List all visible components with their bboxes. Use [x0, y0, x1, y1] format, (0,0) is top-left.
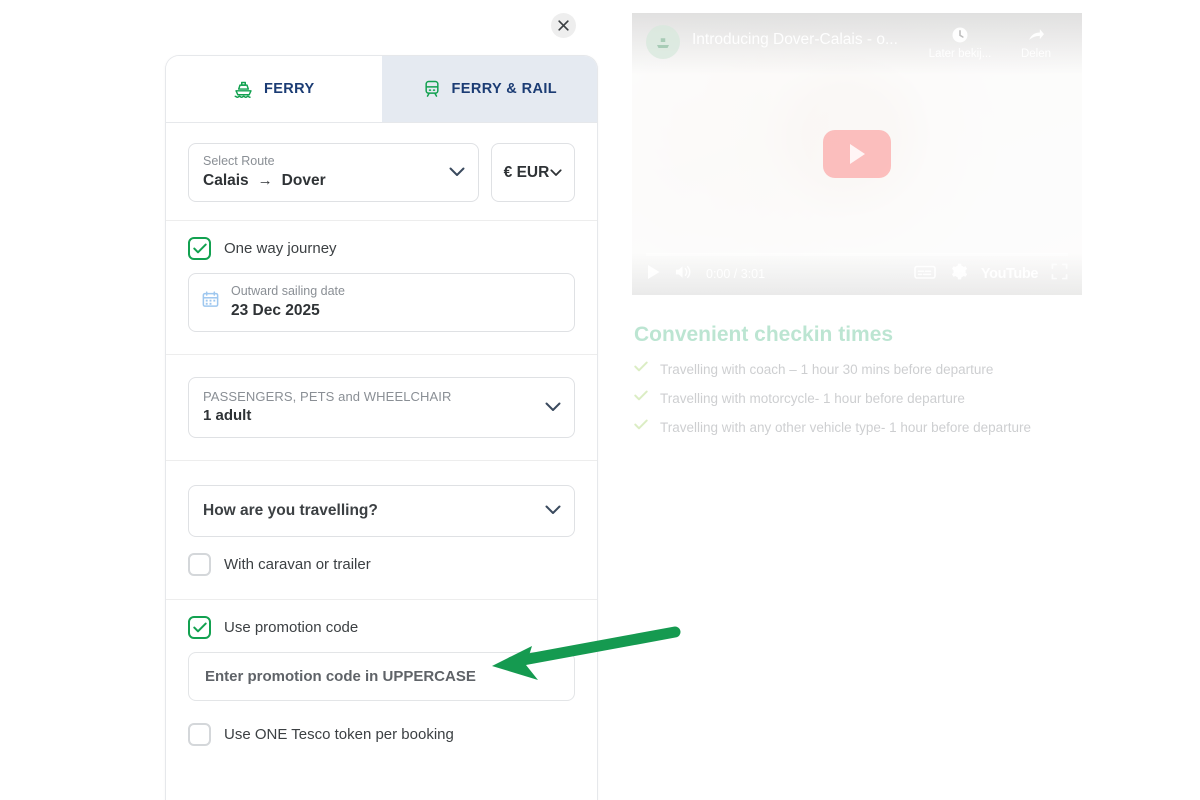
outward-date-value: 23 Dec 2025 [231, 302, 320, 319]
play-button[interactable] [823, 130, 891, 178]
video-controls: 0:00 / 3:01 YouTube [632, 253, 1082, 295]
how-travelling-select[interactable]: How are you travelling? [188, 485, 575, 537]
checkin-item: Travelling with motorcycle- 1 hour befor… [634, 390, 1082, 408]
tesco-token-checkbox[interactable]: Use ONE Tesco token per booking [188, 707, 575, 759]
check-icon [634, 361, 648, 372]
check-icon [192, 622, 207, 633]
play-control-button[interactable] [646, 264, 661, 285]
share-button[interactable]: Delen [1004, 25, 1068, 60]
route-row: Select Route Calais → Dover € EUR [188, 123, 575, 220]
checkbox-box [188, 553, 211, 576]
caravan-checkbox[interactable]: With caravan or trailer [188, 537, 575, 589]
promotion-code-placeholder: Enter promotion code in UPPERCASE [205, 668, 476, 685]
subtitles-button[interactable] [914, 264, 936, 285]
video-top-bar: Introducing Dover-Calais - o... Later be… [632, 13, 1082, 75]
watch-later-button[interactable]: Later bekij... [928, 25, 992, 60]
tab-ferry-rail-label: FERRY & RAIL [451, 81, 557, 97]
tab-ferry-label: FERRY [263, 81, 315, 97]
play-icon [850, 144, 865, 164]
checkin-item-text: Travelling with motorcycle- 1 hour befor… [660, 391, 965, 406]
checkbox-box [188, 237, 211, 260]
use-promotion-code-checkbox[interactable]: Use promotion code [188, 600, 575, 652]
chevron-down-icon [545, 502, 561, 520]
tesco-token-label: Use ONE Tesco token per booking [224, 726, 454, 743]
video-time: 0:00 / 3:01 [706, 267, 766, 281]
chevron-down-icon [449, 164, 465, 182]
select-route-field[interactable]: Select Route Calais → Dover [188, 143, 479, 202]
select-route-label: Select Route [203, 154, 275, 168]
route-destination: Dover [281, 172, 326, 189]
youtube-brand[interactable]: YouTube [981, 266, 1038, 282]
close-icon [558, 20, 569, 31]
tab-ferry[interactable]: FERRY [166, 56, 382, 122]
route-origin: Calais [203, 172, 249, 189]
fullscreen-icon [1051, 263, 1068, 280]
outward-sailing-date-field[interactable]: Outward sailing date 23 Dec 2025 [188, 273, 575, 332]
chevron-down-icon [550, 164, 562, 182]
use-promotion-code-label: Use promotion code [224, 619, 359, 636]
route-arrow-icon: → [257, 172, 273, 189]
chevron-down-icon [545, 399, 561, 417]
checkbox-box [188, 616, 211, 639]
passengers-label: PASSENGERS, PETS and WHEELCHAIR [203, 389, 452, 404]
checkin-item: Travelling with coach – 1 hour 30 mins b… [634, 361, 1082, 379]
journey-section: One way journey Outward sailing date 23 … [166, 221, 597, 332]
currency-selector[interactable]: € EUR [491, 143, 575, 202]
close-button[interactable] [551, 13, 576, 38]
travelling-section: How are you travelling? With caravan or … [166, 485, 597, 599]
checkin-item: Travelling with any other vehicle type- … [634, 419, 1082, 437]
checkin-times-block: Convenient checkin times Travelling with… [632, 323, 1082, 437]
video-title[interactable]: Introducing Dover-Calais - o... [692, 29, 916, 51]
tab-ferry-rail[interactable]: FERRY & RAIL [381, 56, 597, 122]
divider-2 [166, 354, 597, 355]
volume-button[interactable] [674, 264, 693, 285]
train-icon [422, 79, 442, 99]
booking-card: FERRY FERRY & RAIL Select Route Calais →… [165, 55, 598, 800]
booking-tabs: FERRY FERRY & RAIL [166, 56, 597, 122]
route-section: Select Route Calais → Dover € EUR [166, 123, 597, 220]
select-route-value: Calais → Dover [203, 170, 464, 191]
play-icon [648, 264, 660, 279]
promotion-section: Use promotion code Enter promotion code … [166, 600, 597, 759]
checkin-title: Convenient checkin times [634, 323, 894, 346]
check-icon [634, 419, 648, 430]
caravan-label: With caravan or trailer [224, 556, 371, 573]
share-label: Delen [1020, 48, 1052, 60]
how-travelling-label: How are you travelling? [203, 502, 378, 519]
calendar-icon [201, 290, 220, 314]
page-root: FERRY FERRY & RAIL Select Route Calais →… [0, 0, 1200, 800]
subtitles-icon [914, 265, 936, 279]
share-icon [1028, 29, 1044, 40]
gear-icon [951, 263, 968, 280]
checkin-item-text: Travelling with coach – 1 hour 30 mins b… [660, 362, 994, 377]
check-icon [192, 243, 207, 254]
currency-value: € EUR [503, 163, 550, 181]
watch-later-label: Later bekij... [928, 48, 992, 60]
clock-icon [952, 27, 968, 43]
promotion-code-input[interactable]: Enter promotion code in UPPERCASE [188, 652, 575, 701]
video-player[interactable]: Introducing Dover-Calais - o... Later be… [632, 13, 1082, 295]
channel-avatar[interactable] [646, 25, 680, 59]
ferry-icon [233, 79, 254, 100]
checkbox-box [188, 723, 211, 746]
fullscreen-button[interactable] [1051, 263, 1068, 285]
one-way-journey-label: One way journey [224, 240, 337, 257]
outward-date-label: Outward sailing date [231, 284, 345, 298]
volume-icon [675, 265, 691, 278]
checkin-item-text: Travelling with any other vehicle type- … [660, 420, 1031, 435]
divider-3 [166, 460, 597, 461]
check-icon [634, 390, 648, 401]
settings-button[interactable] [949, 262, 968, 286]
one-way-journey-checkbox[interactable]: One way journey [188, 221, 575, 273]
right-panel: Introducing Dover-Calais - o... Later be… [632, 13, 1082, 448]
passengers-field[interactable]: PASSENGERS, PETS and WHEELCHAIR 1 adult [188, 377, 575, 438]
passengers-section: PASSENGERS, PETS and WHEELCHAIR 1 adult [166, 377, 597, 438]
passengers-value: 1 adult [203, 407, 252, 424]
